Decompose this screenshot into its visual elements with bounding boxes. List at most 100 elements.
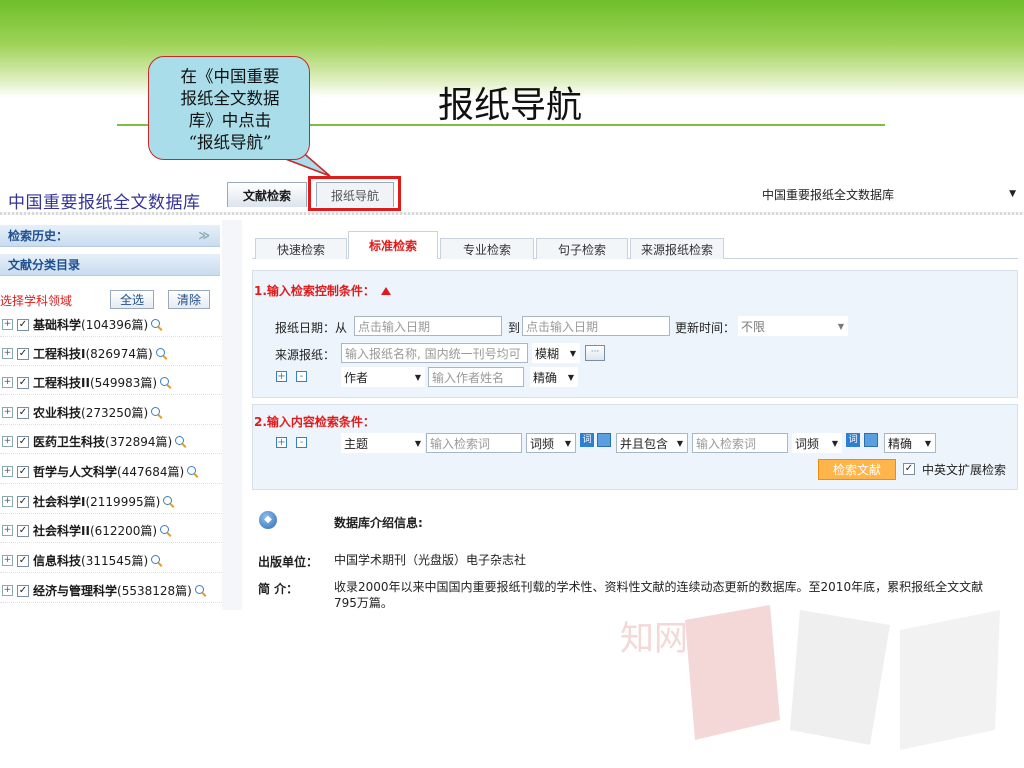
author-field-select[interactable]: 作者 ▼ [341,367,425,387]
more-options-button[interactable]: ··· [585,345,605,361]
add-row-icon[interactable]: + [276,371,287,382]
chevron-down-icon: ▼ [924,438,931,448]
category-item[interactable]: + ✓ 工程科技I (826974篇) [0,342,222,366]
category-checkbox[interactable]: ✓ [17,435,29,448]
catalog-label: 文献分类目录 [8,258,81,272]
tab-professional-search[interactable]: 专业检索 [440,238,534,259]
category-checkbox[interactable]: ✓ [17,406,29,419]
source-match-value: 模糊 [535,346,560,361]
update-time-label: 更新时间： [675,321,736,335]
topic-field-select[interactable]: 主题 ▼ [341,433,425,453]
category-item[interactable]: + ✓ 信息科技 (311545篇) [0,549,222,573]
source-input[interactable]: 输入报纸名称, 国内统一刊号均可 [341,343,528,363]
category-item[interactable]: + ✓ 哲学与人文科学 (447684篇) [0,460,222,484]
tab-source-newspaper-search[interactable]: 来源报纸检索 [630,238,724,259]
callout-line: “报纸导航” [188,133,272,152]
category-checkbox[interactable]: ✓ [17,584,29,597]
remove-row-icon[interactable]: - [296,437,307,448]
chevron-down-icon: ▼ [1009,189,1016,199]
exact-select[interactable]: 精确 ▼ [884,433,936,453]
tab-quick-search[interactable]: 快速检索 [255,238,347,259]
search-icon[interactable] [151,318,163,331]
source-match-select[interactable]: 模糊 ▼ [532,343,580,363]
tab-sentence-search[interactable]: 句子检索 [536,238,628,259]
date-from-input[interactable]: 点击输入日期 [354,316,502,336]
tab-standard-search[interactable]: 标准检索 [348,231,438,259]
search-icon[interactable] [175,435,187,448]
expand-icon[interactable]: + [2,407,13,418]
exact-value: 精确 [888,436,913,451]
expand-grid-icon[interactable] [597,433,611,447]
category-checkbox[interactable]: ✓ [17,524,29,537]
and-contains-select[interactable]: 并且包含 ▼ [616,433,688,453]
expand-icon[interactable]: + [2,555,13,566]
expand-icon[interactable]: + [2,319,13,330]
expand-icon[interactable]: + [2,377,13,388]
add-row-icon[interactable]: + [276,437,287,448]
category-count: (5538128篇) [117,584,192,598]
expand-icon[interactable]: + [2,466,13,477]
search-icon[interactable] [194,584,207,597]
expand-icon[interactable]: + [2,436,13,447]
search-icon[interactable] [187,465,199,478]
category-checkbox[interactable]: ✓ [17,554,29,567]
search-history-label: 检索历史： [8,229,69,243]
category-name: 工程科技II [33,376,90,390]
category-item[interactable]: + ✓ 社会科学II (612200篇) [0,519,222,543]
category-count: (612200篇) [89,524,158,538]
category-item[interactable]: + ✓ 经济与管理科学 (5538128篇) [0,579,222,603]
database-select[interactable]: 中国重要报纸全文数据库 ▼ [755,183,1021,205]
category-item[interactable]: + ✓ 工程科技II (549983篇) [0,371,222,395]
expand-icon[interactable]: + [2,348,13,359]
select-all-button[interactable]: 全选 [110,290,154,309]
catalog-header: 文献分类目录 [0,254,220,276]
related-words-icon[interactable]: 词 [580,433,594,447]
category-checkbox[interactable]: ✓ [17,376,29,389]
search-icon[interactable] [155,347,168,360]
expand-icon[interactable]: + [2,496,13,507]
update-time-select[interactable]: 不限 ▼ [738,316,848,336]
category-item[interactable]: + ✓ 基础科学 (104396篇) [0,313,222,337]
expand-grid-icon[interactable] [864,433,878,447]
category-item[interactable]: + ✓ 农业科技 (273250篇) [0,401,222,425]
category-checkbox[interactable]: ✓ [17,318,29,331]
category-name: 医药卫生科技 [33,435,106,449]
search-icon[interactable] [151,406,163,419]
search-icon[interactable] [160,524,172,537]
search-literature-button[interactable]: 检索文献 [818,459,896,480]
collapse-icon[interactable]: ≫ [198,229,210,242]
category-checkbox[interactable]: ✓ [17,465,29,478]
ext-search-label: 中英文扩展检索 [922,463,1007,477]
related-words-icon[interactable]: 词 [846,433,860,447]
keyword-input-2[interactable]: 输入检索词 [692,433,788,453]
collapse-up-icon[interactable] [380,287,391,295]
intro-label: 简 介： [258,582,299,596]
category-item[interactable]: + ✓ 社会科学I (2119995篇) [0,490,222,514]
category-name: 工程科技I [33,347,86,361]
category-checkbox[interactable]: ✓ [17,347,29,360]
category-checkbox[interactable]: ✓ [17,495,29,508]
search-icon[interactable] [151,554,163,567]
remove-row-icon[interactable]: - [296,371,307,382]
category-item[interactable]: + ✓ 医药卫生科技 (372894篇) [0,430,222,454]
ext-search-checkbox[interactable]: ✓ [903,463,915,475]
category-count: (826974篇) [85,347,153,361]
callout-line: 在《中国重要 [180,67,280,86]
publisher-label: 出版单位： [258,555,319,569]
topic-field-value: 主题 [344,436,369,451]
keyword-input[interactable]: 输入检索词 [426,433,522,453]
clear-button[interactable]: 清除 [168,290,210,309]
author-input[interactable]: 输入作者姓名 [428,367,524,387]
date-to-input[interactable]: 点击输入日期 [522,316,670,336]
category-name: 农业科技 [33,406,82,420]
tab-literature-search[interactable]: 文献检索 [227,182,307,207]
expand-icon[interactable]: + [2,525,13,536]
chevron-down-icon: ▼ [837,321,844,331]
search-icon[interactable] [163,495,175,508]
freq-select[interactable]: 词频 ▼ [526,433,576,453]
search-history-header[interactable]: 检索历史： ≫ [0,225,220,247]
freq-select-2[interactable]: 词频 ▼ [792,433,842,453]
author-match-select[interactable]: 精确 ▼ [530,367,578,387]
expand-icon[interactable]: + [2,585,13,596]
search-icon[interactable] [160,376,172,389]
